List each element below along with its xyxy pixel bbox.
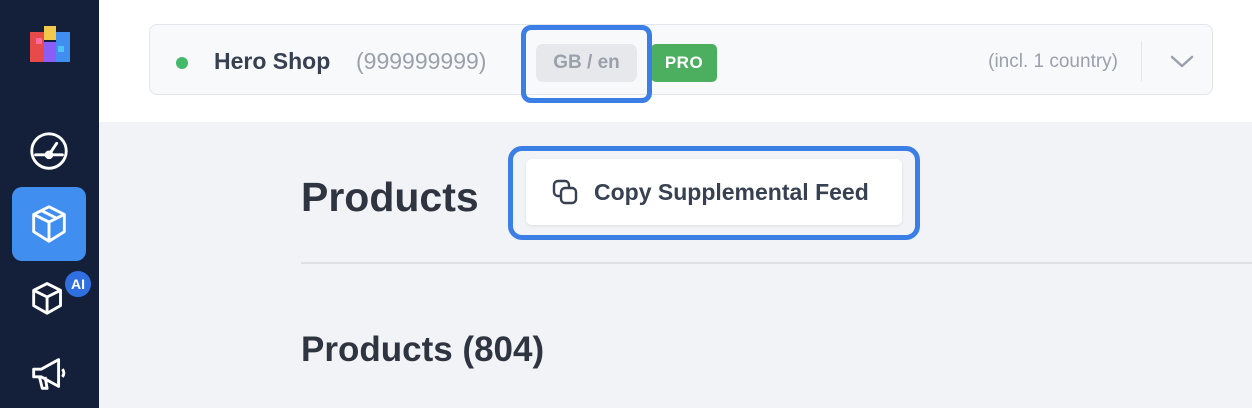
- products-heading: Products (804): [301, 330, 545, 369]
- dashboard-gauge-icon: [30, 132, 68, 170]
- megaphone-icon: [32, 358, 66, 390]
- app-logo-icon[interactable]: [26, 22, 74, 70]
- locale-highlight: [521, 25, 652, 103]
- sidebar-item-marketing[interactable]: [12, 336, 86, 408]
- shop-header: Hero Shop (999999999) GB / en PRO (incl.…: [99, 0, 1252, 122]
- sidebar-item-ai-products[interactable]: AI: [12, 260, 94, 334]
- shop-selector[interactable]: Hero Shop (999999999) GB / en PRO (incl.…: [149, 24, 1213, 95]
- country-note: (incl. 1 country): [988, 51, 1118, 72]
- chevron-down-icon[interactable]: [1166, 45, 1198, 77]
- divider: [1141, 41, 1142, 81]
- products-box-icon: [32, 205, 66, 243]
- status-dot: [176, 57, 188, 69]
- ai-badge: AI: [62, 268, 94, 300]
- page-title: Products: [301, 174, 479, 220]
- shop-name: Hero Shop: [214, 48, 331, 74]
- sidebar: AI: [0, 0, 99, 408]
- divider: [301, 262, 1252, 264]
- sidebar-item-products[interactable]: [12, 187, 86, 261]
- copy-button-highlight: [508, 146, 920, 240]
- shop-id: (999999999): [356, 48, 487, 74]
- plan-badge: PRO: [651, 44, 717, 82]
- sidebar-item-dashboard[interactable]: [12, 114, 86, 188]
